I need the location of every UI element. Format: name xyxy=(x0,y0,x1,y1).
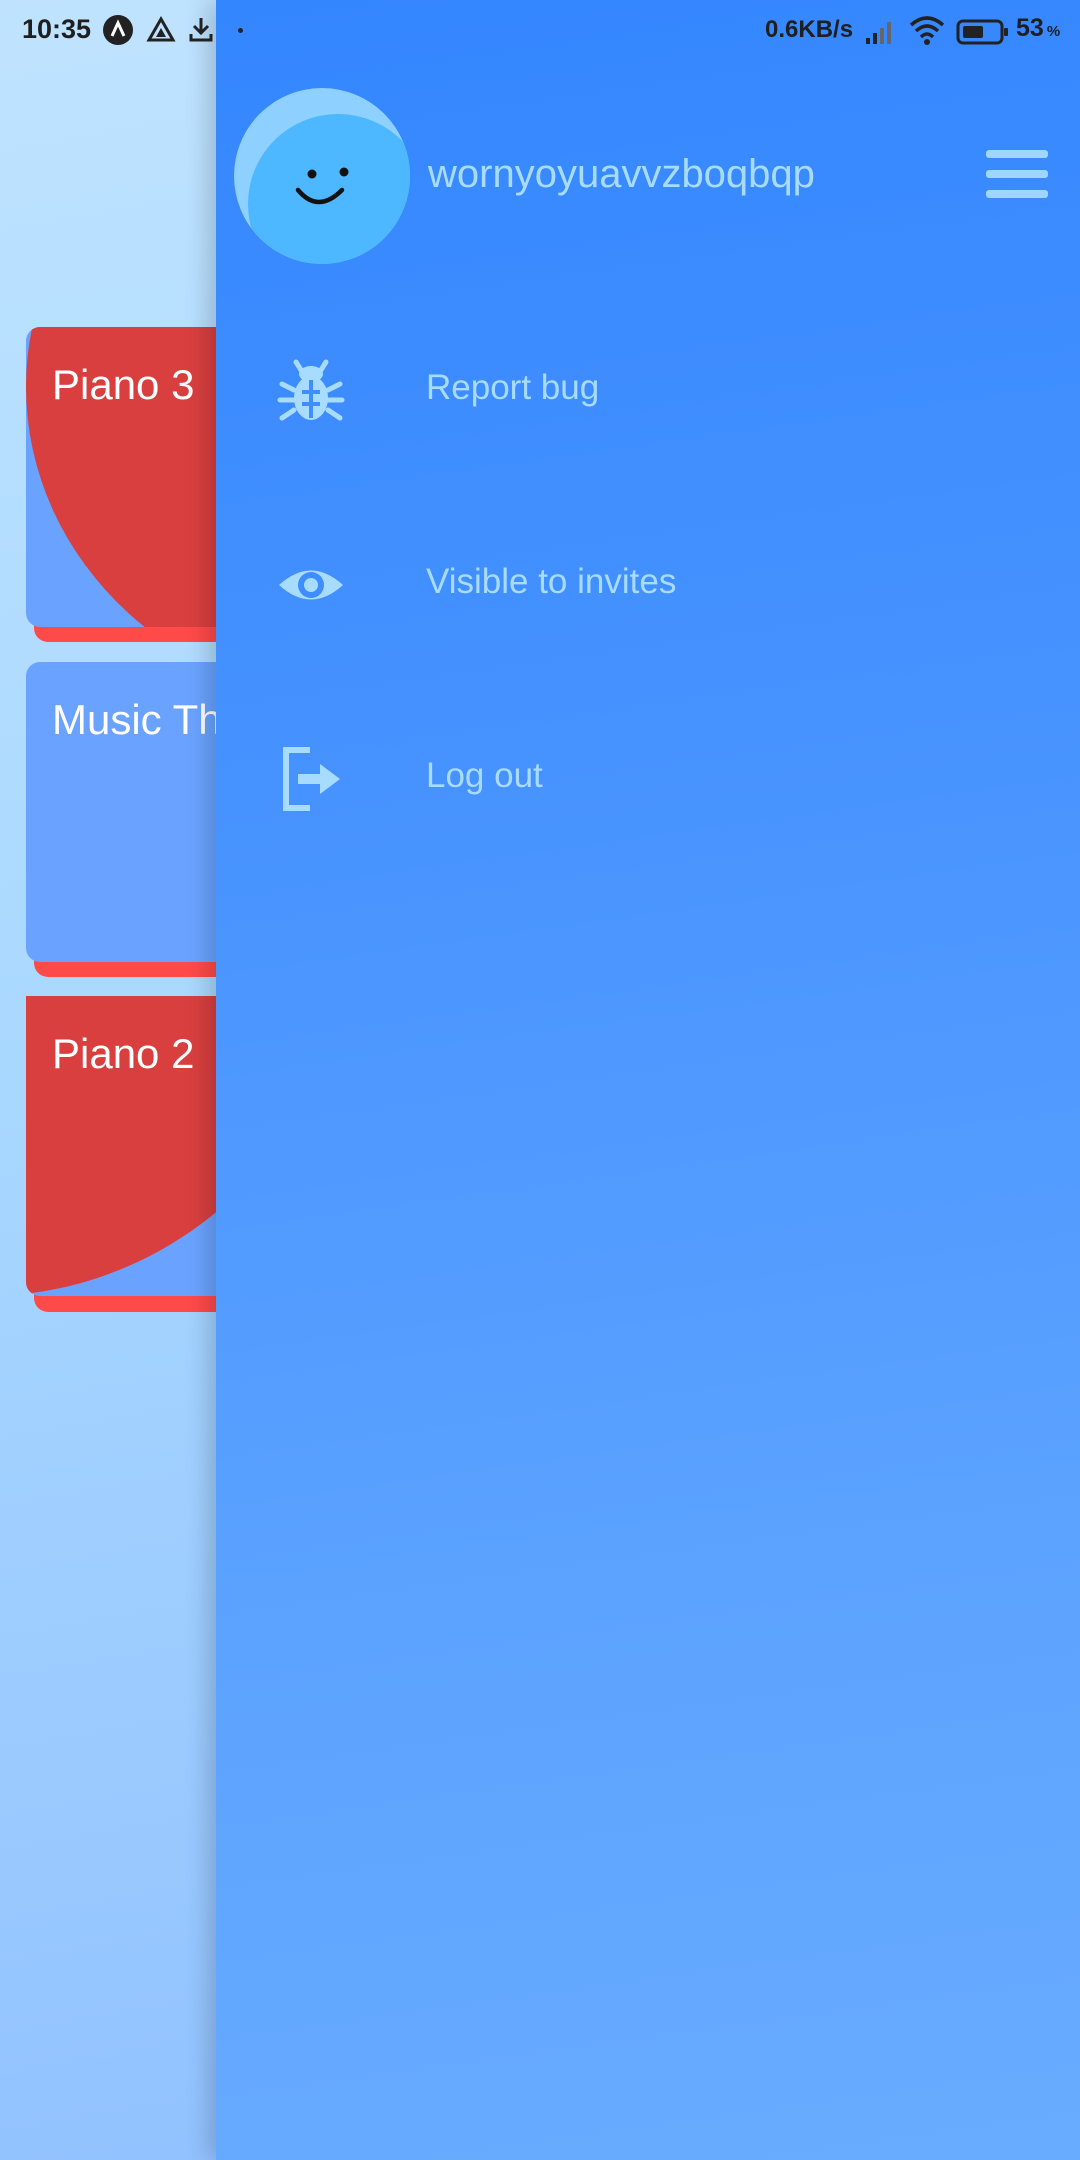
eye-icon xyxy=(279,570,343,600)
navigation-drawer: wornyoyuavvzboqbqp Report bug Visible to… xyxy=(216,0,1080,2160)
drawer-item-log-out[interactable]: Log out xyxy=(276,732,1036,822)
status-time: 10:35 xyxy=(22,14,92,44)
dot-icon xyxy=(238,28,243,33)
battery-icon xyxy=(956,19,1008,45)
card-title: Piano 3 xyxy=(52,361,195,408)
card-title: Music Th xyxy=(52,696,222,743)
network-speed: 0.6KB/s xyxy=(765,16,854,43)
a-icon xyxy=(103,15,133,45)
download-icon xyxy=(189,18,213,42)
smiley-icon xyxy=(295,167,349,205)
drive-icon xyxy=(146,15,176,42)
logout-icon xyxy=(283,747,340,811)
drawer-item-label: Visible to invites xyxy=(426,562,677,601)
battery-percent: 53% xyxy=(1016,14,1061,42)
card-title: Piano 2 xyxy=(52,1030,195,1077)
menu-icon[interactable] xyxy=(986,150,1048,200)
username: wornyoyuavvzboqbqp xyxy=(428,152,815,196)
drawer-item-report-bug[interactable]: Report bug xyxy=(276,344,1036,434)
avatar[interactable] xyxy=(234,88,410,264)
bug-icon xyxy=(277,359,345,421)
drawer-item-label: Log out xyxy=(426,756,543,795)
drawer-item-label: Report bug xyxy=(426,368,600,407)
wifi-icon xyxy=(909,16,945,45)
drawer-item-visible-to-invites[interactable]: Visible to invites xyxy=(276,538,1036,628)
signal-icon xyxy=(866,22,891,44)
status-bar: 10:35 0.6KB/s 53% xyxy=(0,0,1080,62)
